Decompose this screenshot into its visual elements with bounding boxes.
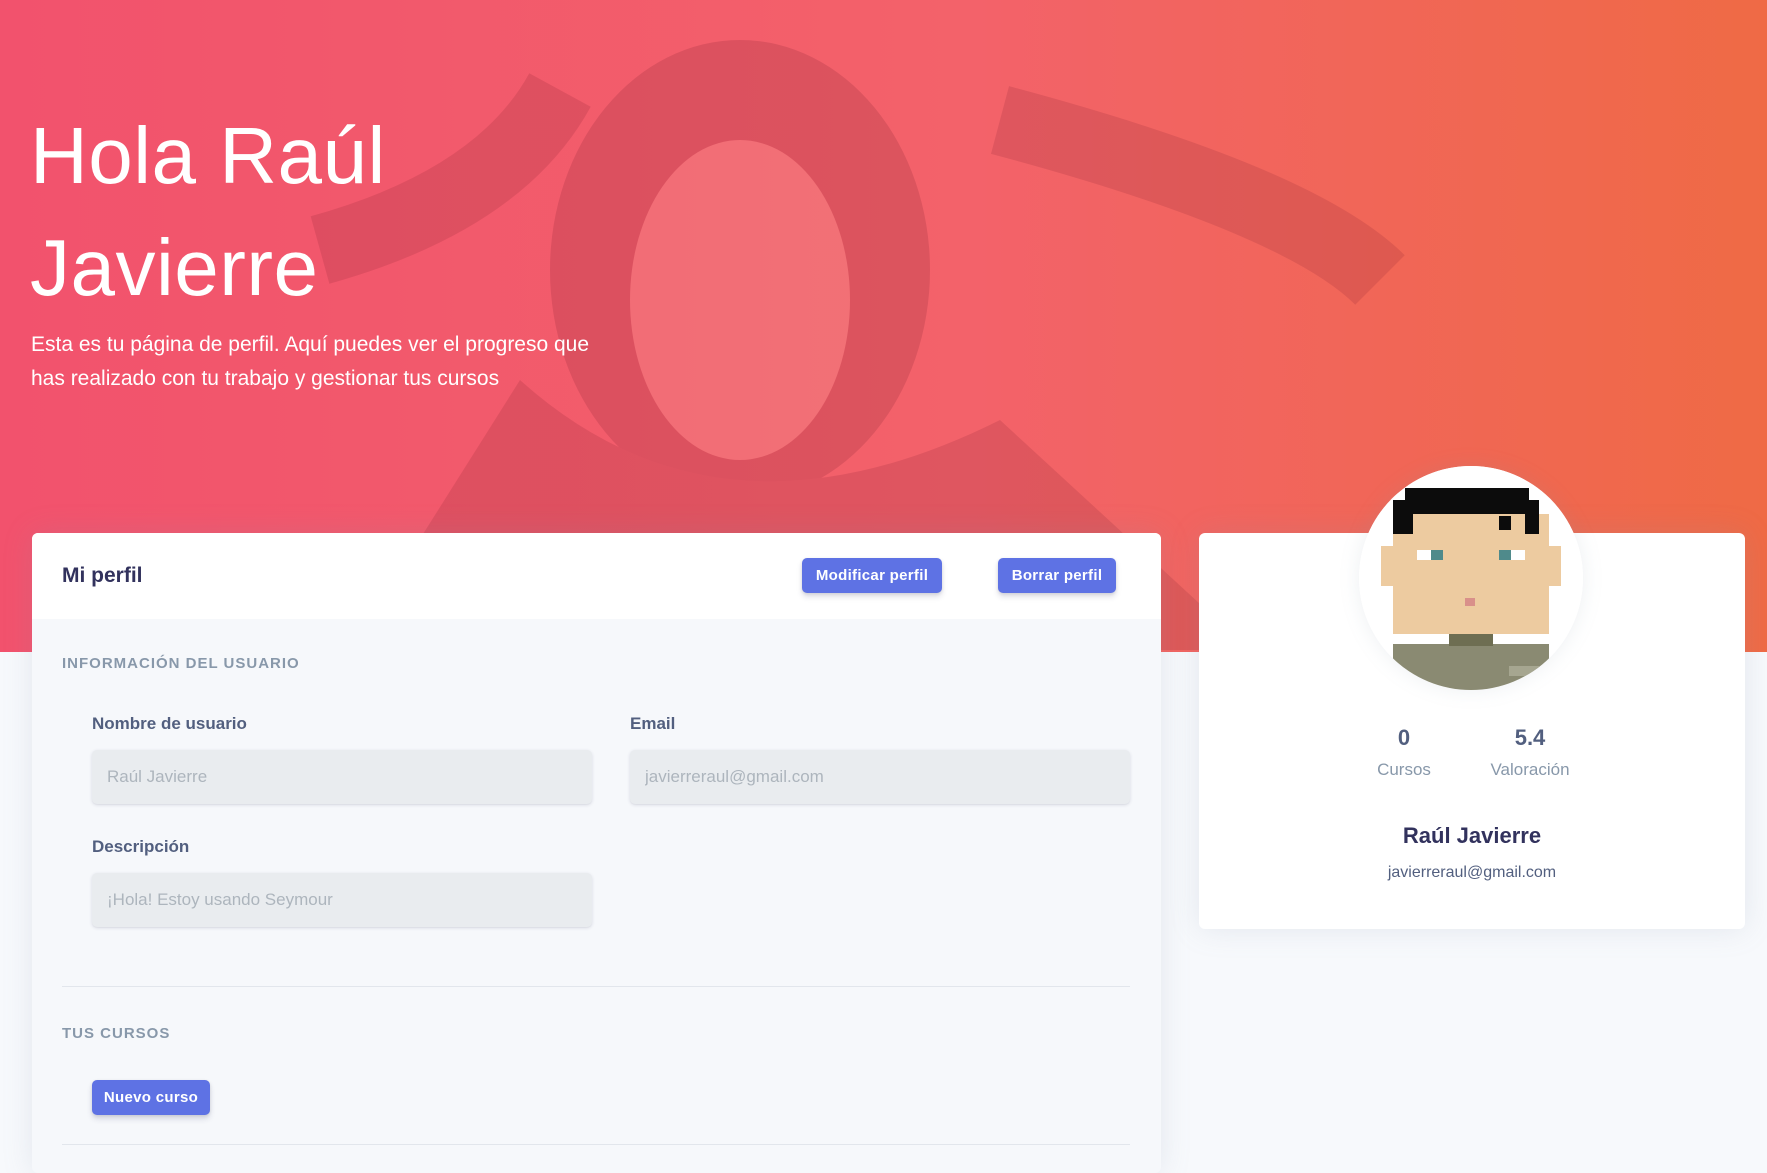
courses-count: 0: [1397, 725, 1411, 750]
description-input[interactable]: [92, 873, 592, 927]
profile-card-header: Mi perfil Modificar perfil Borrar perfil: [32, 533, 1161, 619]
profile-name: Raúl Javierre: [1402, 823, 1542, 848]
new-course-button[interactable]: Nuevo curso: [92, 1080, 210, 1115]
username-input[interactable]: [92, 750, 592, 804]
section-divider-bottom: [62, 1144, 1130, 1145]
rating-value: 5.4: [1514, 725, 1546, 750]
avatar: [1359, 466, 1583, 690]
section-divider: [62, 986, 1130, 987]
courses-heading: Tus cursos: [62, 1025, 171, 1042]
modify-profile-button[interactable]: Modificar perfil: [802, 558, 942, 593]
email-label: Email: [630, 714, 676, 733]
user-info-heading: Información del usuario: [62, 655, 300, 672]
hero-subtitle: Esta es tu página de perfil. Aquí puedes…: [31, 333, 590, 390]
username-label: Nombre de usuario: [92, 714, 247, 733]
profile-card: Mi perfil Modificar perfil Borrar perfil…: [32, 533, 1161, 1173]
description-label: Descripción: [92, 837, 190, 856]
courses-count-label: Cursos: [1377, 760, 1431, 779]
pixel-avatar-icon: [1359, 466, 1583, 690]
hero-title: Hola Raúl Javierre: [30, 111, 386, 312]
email-input[interactable]: [630, 750, 1130, 804]
delete-profile-button[interactable]: Borrar perfil: [998, 558, 1116, 593]
profile-email: javierreraul@gmail.com: [1387, 864, 1557, 881]
profile-card-title: Mi perfil: [62, 564, 143, 587]
rating-label: Valoración: [1490, 760, 1570, 779]
